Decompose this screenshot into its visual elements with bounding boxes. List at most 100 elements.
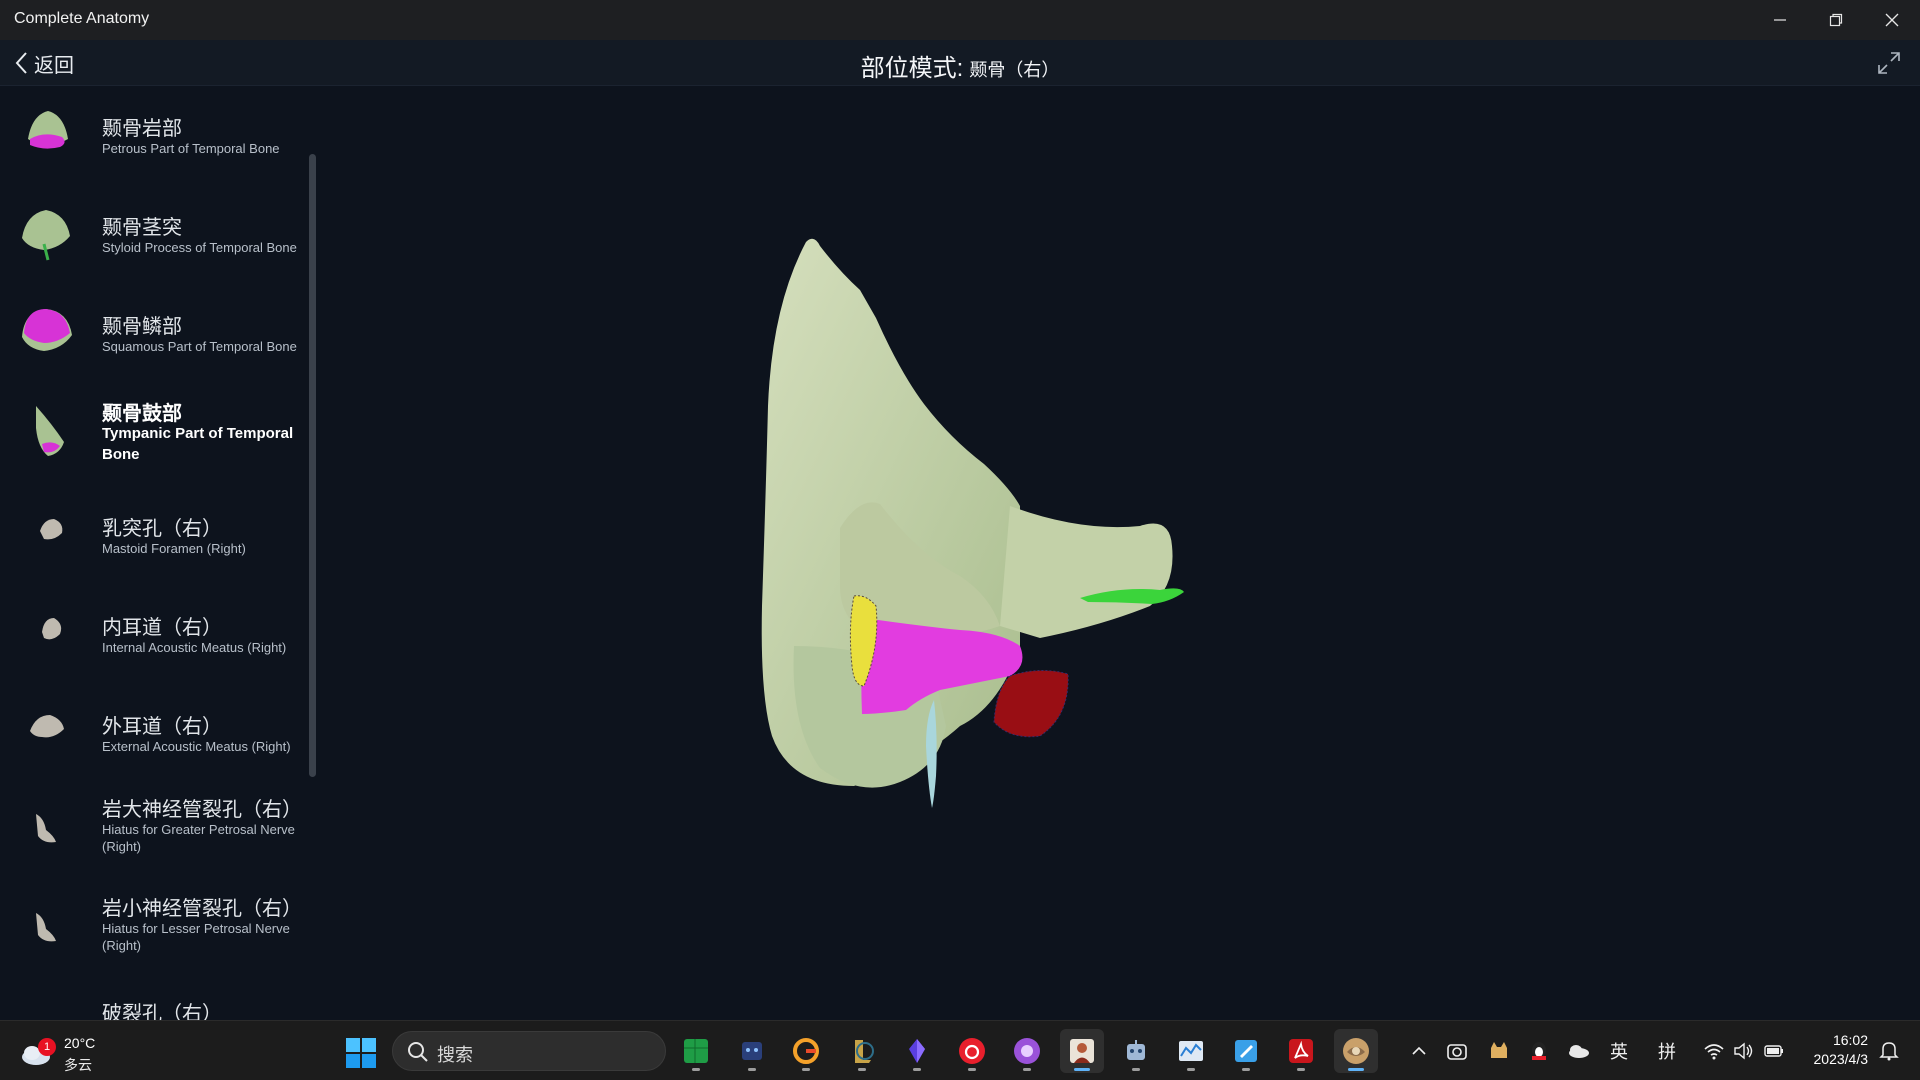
taskbar-app-anatomy-person[interactable]	[1060, 1029, 1104, 1073]
tray-volume[interactable]	[1730, 1031, 1758, 1071]
running-indicator	[748, 1068, 756, 1071]
camera-tray-icon	[1447, 1044, 1467, 1060]
item-title: 内耳道（右）	[102, 617, 222, 639]
tray-onedrive[interactable]	[1564, 1031, 1594, 1071]
running-indicator	[1297, 1068, 1305, 1071]
ime-language[interactable]: 英	[1604, 1031, 1634, 1071]
tray-qq[interactable]	[1524, 1031, 1554, 1071]
structure-list: 颞骨岩部 Petrous Part of Temporal Bone 颞骨茎突 …	[0, 86, 320, 1020]
close-button[interactable]	[1864, 0, 1920, 40]
list-item-external-meatus[interactable]: 外耳道（右） External Acoustic Meatus (Right)	[0, 680, 305, 779]
taskbar-app-robot[interactable]	[1114, 1029, 1158, 1073]
weather-widget[interactable]: 1 20°C 多云	[20, 1031, 130, 1073]
running-indicator	[1348, 1068, 1364, 1071]
external-acoustic-meatus-icon	[30, 715, 64, 738]
item-title: 岩大神经管裂孔（右）	[102, 799, 302, 821]
cat-tray-icon	[1491, 1042, 1507, 1058]
start-button[interactable]	[344, 1036, 378, 1070]
wifi-icon	[1704, 1044, 1724, 1060]
crystal-app-icon	[909, 1039, 925, 1063]
item-subtitle: Squamous Part of Temporal Bone	[102, 339, 297, 354]
list-item-internal-meatus[interactable]: 内耳道（右） Internal Acoustic Meatus (Right)	[0, 581, 305, 680]
tray-cat-app[interactable]	[1484, 1031, 1514, 1071]
taskbar-app-crystal[interactable]	[895, 1029, 939, 1073]
search-placeholder: 搜索	[437, 1045, 473, 1065]
mastoid-foramen-icon	[40, 519, 63, 540]
taskbar-app-league[interactable]	[840, 1029, 884, 1073]
taskbar-app-acrobat[interactable]	[1279, 1029, 1323, 1073]
item-title: 破裂孔（右）	[102, 1003, 222, 1020]
list-item-greater-petrosal[interactable]: 岩大神经管裂孔（右） Hiatus for Greater Petrosal N…	[0, 779, 305, 878]
running-indicator	[692, 1068, 700, 1071]
list-item-foramen-lacerum[interactable]: 破裂孔（右）	[0, 977, 305, 1020]
item-subtitle: Internal Acoustic Meatus (Right)	[102, 640, 287, 655]
tray-wifi[interactable]	[1700, 1031, 1728, 1071]
taskbar-clock[interactable]: 16:02 2023/4/3	[1796, 1031, 1869, 1069]
page-title: 部位模式: 颞骨（右）	[0, 48, 1920, 83]
search-input[interactable]: 搜索	[392, 1031, 666, 1071]
running-indicator	[1023, 1068, 1031, 1071]
complete-anatomy-icon	[1343, 1038, 1369, 1064]
notification-button[interactable]	[1878, 1039, 1900, 1061]
purple-app-icon	[1014, 1038, 1040, 1064]
weather-temp: 20°C	[64, 1035, 96, 1051]
restore-icon	[1829, 13, 1843, 27]
window-titlebar: Complete Anatomy	[0, 0, 1920, 40]
item-subtitle: Hiatus for Greater Petrosal Nerve (Right…	[102, 822, 295, 854]
item-title: 外耳道（右）	[102, 716, 222, 738]
taskbar-app-purple[interactable]	[1005, 1029, 1049, 1073]
speaker-icon	[1734, 1042, 1753, 1060]
acrobat-icon	[1289, 1039, 1313, 1063]
scrollbar-thumb[interactable]	[309, 154, 316, 777]
running-indicator	[802, 1068, 810, 1071]
chevron-up-icon	[1412, 1046, 1426, 1055]
search-icon	[408, 1042, 428, 1062]
taskbar-app-cat[interactable]	[730, 1029, 774, 1073]
item-title: 颞骨岩部	[102, 118, 182, 140]
mode-title: 部位模式:	[860, 55, 964, 82]
model-viewport[interactable]	[320, 86, 1920, 1020]
g-app-icon	[793, 1038, 819, 1064]
styloid-process-icon	[22, 210, 70, 261]
app-title: Complete Anatomy	[14, 10, 150, 27]
taskbar: 1 20°C 多云 搜索 英 拼 16:02 2023/4/3	[0, 1020, 1920, 1080]
app-header: 返回 部位模式: 颞骨（右）	[0, 40, 1920, 86]
clock-date: 2023/4/3	[1813, 1051, 1869, 1067]
spreadsheet-app-icon	[684, 1039, 708, 1063]
taskbar-app-docs[interactable]	[1224, 1029, 1268, 1073]
list-item-mastoid-foramen[interactable]: 乳突孔（右） Mastoid Foramen (Right)	[0, 482, 305, 581]
taskbar-app-chart[interactable]	[1169, 1029, 1213, 1073]
taskbar-app-spreadsheet[interactable]	[674, 1029, 718, 1073]
tray-overflow-button[interactable]	[1404, 1031, 1434, 1071]
item-subtitle: Mastoid Foramen (Right)	[102, 541, 246, 556]
item-subtitle: Petrous Part of Temporal Bone	[102, 141, 280, 156]
minimize-icon	[1774, 19, 1786, 21]
running-indicator	[1187, 1068, 1195, 1071]
list-item-tympanic[interactable]: 颞骨鼓部 Tympanic Part of Temporal Bone	[0, 383, 305, 482]
tray-camera[interactable]	[1442, 1031, 1472, 1071]
fullscreen-button[interactable]	[1876, 50, 1902, 76]
league-app-icon	[855, 1040, 874, 1063]
taskbar-app-netease[interactable]	[950, 1029, 994, 1073]
taskbar-app-complete-anatomy[interactable]	[1334, 1029, 1378, 1073]
greater-petrosal-hiatus-icon	[36, 814, 56, 843]
netease-music-icon	[959, 1038, 985, 1064]
docs-app-icon	[1235, 1040, 1257, 1062]
minimize-button[interactable]	[1752, 0, 1808, 40]
tray-battery[interactable]	[1760, 1031, 1788, 1071]
list-item-lesser-petrosal[interactable]: 岩小神经管裂孔（右） Hiatus for Lesser Petrosal Ne…	[0, 878, 305, 977]
penguin-tray-icon	[1532, 1042, 1546, 1060]
running-indicator	[1242, 1068, 1250, 1071]
item-title: 岩小神经管裂孔（右）	[102, 898, 302, 920]
restore-button[interactable]	[1808, 0, 1864, 40]
item-title: 颞骨鳞部	[102, 316, 182, 338]
taskbar-app-g[interactable]	[784, 1029, 828, 1073]
ime-mode[interactable]: 拼	[1652, 1031, 1682, 1071]
list-item-squamous[interactable]: 颞骨鳞部 Squamous Part of Temporal Bone	[0, 284, 305, 383]
list-item-styloid[interactable]: 颞骨茎突 Styloid Process of Temporal Bone	[0, 185, 305, 284]
temporal-bone-model[interactable]	[320, 86, 1920, 1020]
window-controls	[1752, 0, 1920, 40]
list-item-petrous[interactable]: 颞骨岩部 Petrous Part of Temporal Bone	[0, 86, 305, 185]
internal-acoustic-meatus-icon	[42, 618, 62, 640]
expand-icon	[1878, 52, 1900, 74]
